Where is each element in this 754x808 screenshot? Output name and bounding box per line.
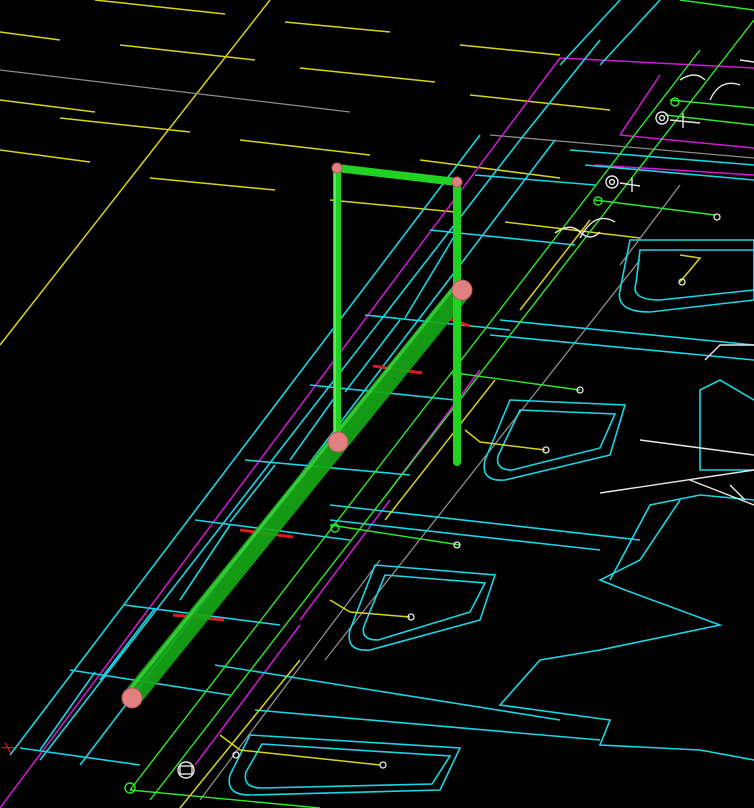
pipe-node bbox=[331, 162, 343, 174]
pipe-run-diagonal[interactable] bbox=[122, 280, 472, 708]
pipe-joint-nodes[interactable] bbox=[121, 162, 473, 709]
pipe-node bbox=[327, 431, 349, 453]
pipe-node bbox=[451, 279, 473, 301]
pipe-node bbox=[451, 176, 463, 188]
yellow-strip-lines bbox=[0, 0, 641, 346]
pipe-node bbox=[121, 687, 143, 709]
green-centerlines bbox=[129, 0, 754, 808]
cad-3d-viewport[interactable]: X bbox=[0, 0, 754, 808]
